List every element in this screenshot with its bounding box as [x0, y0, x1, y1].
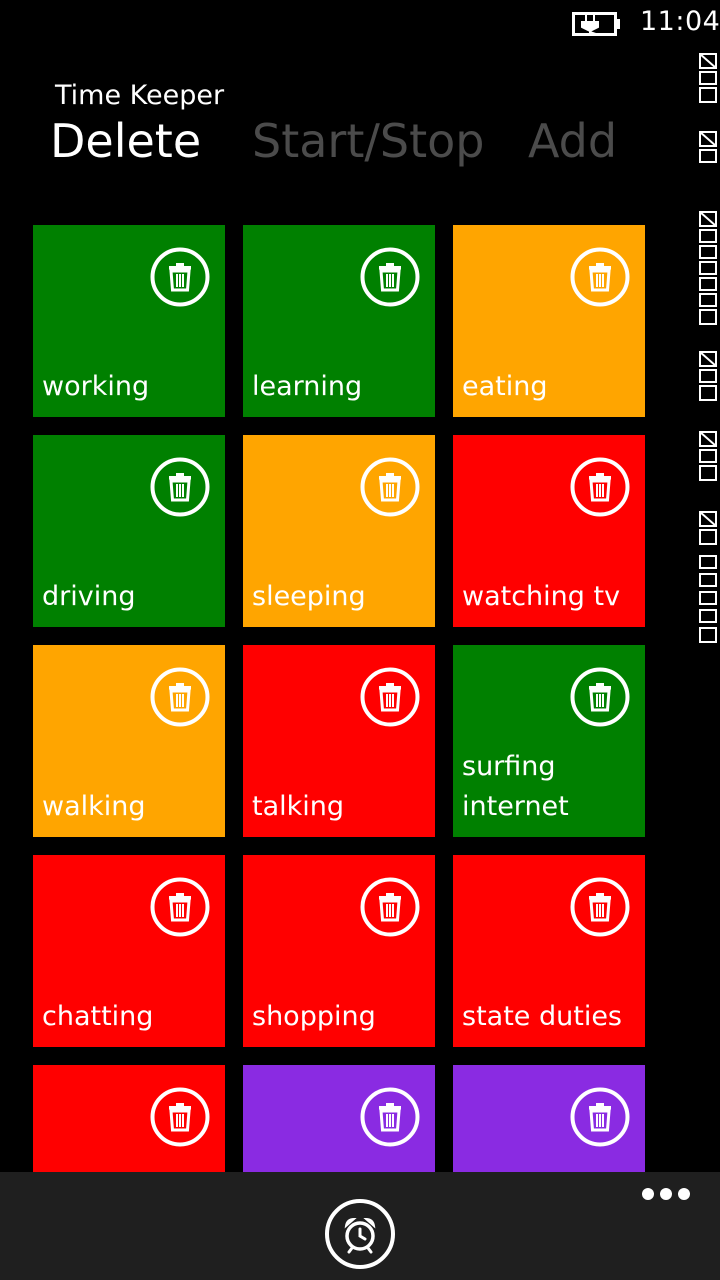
- activity-tile[interactable]: driving: [33, 435, 225, 627]
- trash-icon[interactable]: [150, 457, 210, 517]
- tile-label: driving: [42, 581, 136, 612]
- tile-label: sleeping: [252, 581, 366, 612]
- activity-tile[interactable]: surfing internet: [453, 645, 645, 837]
- clock: 11:04: [640, 6, 720, 37]
- tile-label: talking: [252, 791, 345, 822]
- trash-icon[interactable]: [570, 667, 630, 727]
- activity-tile[interactable]: sleeping: [243, 435, 435, 627]
- tile-label: watching tv: [462, 581, 621, 612]
- pivot-add[interactable]: Add: [528, 114, 617, 168]
- activity-tile[interactable]: talking: [243, 645, 435, 837]
- alarm-clock-icon[interactable]: [324, 1198, 396, 1270]
- trash-icon[interactable]: [150, 247, 210, 307]
- app-title: Time Keeper: [55, 80, 225, 111]
- tile-label: learning: [252, 371, 363, 402]
- tile-label: eating: [462, 371, 548, 402]
- trash-icon[interactable]: [570, 457, 630, 517]
- tile-label: surfing internet: [462, 751, 569, 822]
- activity-tile[interactable]: working: [33, 225, 225, 417]
- trash-icon[interactable]: [570, 247, 630, 307]
- trash-icon[interactable]: [360, 247, 420, 307]
- pivot-delete[interactable]: Delete: [50, 114, 201, 168]
- activity-tile[interactable]: [243, 1065, 435, 1172]
- tile-grid: working learning eating driving sleeping watc…: [0, 200, 720, 1172]
- trash-icon[interactable]: [360, 1087, 420, 1147]
- activity-tile[interactable]: chatting: [33, 855, 225, 1047]
- tile-label: walking: [42, 791, 146, 822]
- activity-tile[interactable]: shopping: [243, 855, 435, 1047]
- battery-charging-icon: [572, 12, 620, 36]
- ellipsis-icon[interactable]: [636, 1182, 696, 1206]
- trash-icon[interactable]: [570, 1087, 630, 1147]
- activity-tile[interactable]: learning: [243, 225, 435, 417]
- tile-label: state duties: [462, 1001, 622, 1032]
- activity-tile[interactable]: state duties: [453, 855, 645, 1047]
- activity-tile[interactable]: watching tv: [453, 435, 645, 627]
- app-bar: [0, 1172, 720, 1280]
- trash-icon[interactable]: [360, 667, 420, 727]
- status-bar: 11:04: [0, 0, 720, 48]
- activity-tile[interactable]: walking: [33, 645, 225, 837]
- activity-tile[interactable]: [33, 1065, 225, 1172]
- trash-icon[interactable]: [150, 1087, 210, 1147]
- trash-icon[interactable]: [570, 877, 630, 937]
- trash-icon[interactable]: [150, 667, 210, 727]
- tile-label: working: [42, 371, 150, 402]
- pivot-start-stop[interactable]: Start/Stop: [252, 114, 484, 168]
- tile-label: shopping: [252, 1001, 376, 1032]
- tile-label: chatting: [42, 1001, 154, 1032]
- trash-icon[interactable]: [150, 877, 210, 937]
- trash-icon[interactable]: [360, 457, 420, 517]
- trash-icon[interactable]: [360, 877, 420, 937]
- activity-tile[interactable]: eating: [453, 225, 645, 417]
- activity-tile[interactable]: [453, 1065, 645, 1172]
